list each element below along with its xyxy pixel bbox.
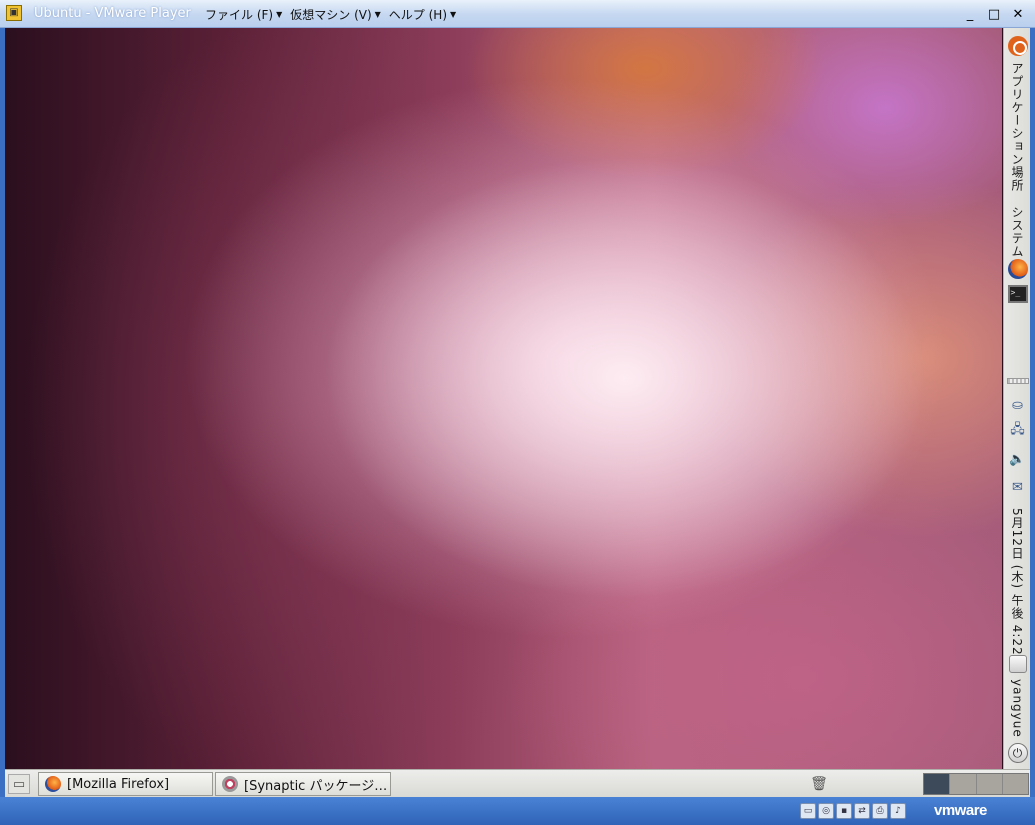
firefox-icon — [1007, 259, 1028, 279]
volume-icon: 🔈 — [1009, 451, 1026, 467]
workspace-2[interactable] — [950, 774, 977, 794]
vmware-title-bar: ▣ Ubuntu - VMware Player ファイル (F) ▼ 仮想マシ… — [0, 0, 1035, 28]
network-indicator[interactable]: ⛀ — [1004, 396, 1030, 414]
window-controls: _ □ ✕ — [959, 4, 1029, 24]
minimize-button[interactable]: _ — [959, 4, 981, 24]
menu-virtual-machine[interactable]: 仮想マシン (V) ▼ — [290, 6, 381, 23]
clock[interactable]: 5月12日 (木) 午後 4:22 — [1004, 508, 1030, 656]
workspace-3[interactable] — [976, 774, 1003, 794]
task-synaptic[interactable]: [Synaptic パッケージ… — [215, 772, 391, 796]
close-button[interactable]: ✕ — [1007, 4, 1029, 24]
workspace-switcher — [923, 773, 1029, 795]
firefox-launcher[interactable] — [1004, 259, 1030, 279]
hard-disk-icon[interactable]: ▭ — [800, 803, 816, 819]
show-desktop[interactable] — [1004, 655, 1030, 673]
shutdown-button[interactable]: ⏻ — [1004, 743, 1030, 763]
bottom-panel: ▭ [Mozilla Firefox] [Synaptic パッケージ… 🗑 — [5, 769, 1030, 797]
workspace-1[interactable] — [924, 774, 951, 794]
workspace-4[interactable] — [1002, 774, 1028, 794]
chevron-down-icon: ▼ — [276, 10, 283, 19]
menu-file-label: ファイル (F) — [205, 8, 274, 22]
show-desktop-button[interactable]: ▭ — [8, 774, 30, 794]
power-icon: ⏻ — [1007, 743, 1028, 763]
user-label: yangyue — [1010, 679, 1025, 738]
vmware-status-bar: ▭ ◎ ▪ ⇄ ⎙ ♪ vmware — [0, 797, 1035, 825]
task-firefox[interactable]: [Mozilla Firefox] — [38, 772, 213, 796]
applications-label: アプリケーション — [1010, 62, 1024, 166]
folder-icon: ▭ — [12, 776, 26, 792]
volume-indicator[interactable]: 🔈 — [1004, 450, 1030, 468]
user-menu[interactable]: yangyue — [1004, 679, 1030, 738]
drag-handle-icon — [1006, 378, 1029, 384]
ubuntu-logo-icon — [1007, 36, 1028, 56]
menu-help-label: ヘルプ (H) — [388, 8, 447, 22]
display-icon: 🖧 — [1010, 422, 1025, 437]
maximize-button[interactable]: □ — [983, 4, 1005, 24]
vmware-logo: vmware — [934, 802, 987, 819]
window-title: Ubuntu - VMware Player — [34, 6, 191, 21]
desktop-wallpaper[interactable] — [5, 28, 1002, 769]
task-firefox-label: [Mozilla Firefox] — [67, 776, 170, 792]
trash-icon[interactable]: 🗑 — [809, 773, 829, 795]
task-synaptic-label: [Synaptic パッケージ… — [244, 778, 388, 794]
cdrom-icon[interactable]: ◎ — [818, 803, 834, 819]
places-label: 場所 — [1010, 166, 1024, 192]
network-adapter-icon[interactable]: ⇄ — [854, 803, 870, 819]
chevron-down-icon: ▼ — [450, 10, 457, 19]
applications-menu[interactable]: アプリケーション — [1004, 36, 1030, 166]
menu-help[interactable]: ヘルプ (H) ▼ — [389, 6, 456, 23]
mail-indicator[interactable]: ✉ — [1004, 478, 1030, 496]
guest-screen[interactable]: アプリケーション 場所 システム >_ ⛀ 🖧 🔈 ✉ 5月12日 (木) 午後… — [5, 28, 1030, 797]
clock-label: 5月12日 (木) 午後 4:22 — [1010, 508, 1024, 656]
menu-file[interactable]: ファイル (F) ▼ — [205, 6, 282, 23]
panel-handle[interactable] — [1004, 378, 1030, 384]
display-indicator[interactable]: 🖧 — [1004, 422, 1030, 440]
terminal-launcher[interactable]: >_ — [1004, 285, 1030, 303]
vmware-app-icon[interactable]: ▣ — [6, 5, 22, 21]
system-menu[interactable]: システム — [1004, 206, 1030, 258]
system-label: システム — [1010, 206, 1024, 258]
chevron-down-icon: ▼ — [374, 10, 381, 19]
terminal-icon: >_ — [1007, 285, 1028, 303]
device-icons: ▭ ◎ ▪ ⇄ ⎙ ♪ — [800, 803, 906, 819]
synaptic-icon — [222, 776, 238, 792]
firefox-icon — [45, 776, 61, 792]
network-icon: ⛀ — [1012, 397, 1023, 413]
show-desktop-icon — [1008, 655, 1027, 673]
floppy-icon[interactable]: ▪ — [836, 803, 852, 819]
menu-vm-label: 仮想マシン (V) — [290, 8, 372, 22]
menu-bar: ファイル (F) ▼ 仮想マシン (V) ▼ ヘルプ (H) ▼ — [205, 6, 456, 23]
sound-icon[interactable]: ♪ — [890, 803, 906, 819]
places-menu[interactable]: 場所 — [1004, 166, 1030, 192]
right-panel: アプリケーション 場所 システム >_ ⛀ 🖧 🔈 ✉ 5月12日 (木) 午後… — [1003, 28, 1030, 769]
mail-icon: ✉ — [1012, 479, 1023, 495]
printer-icon[interactable]: ⎙ — [872, 803, 888, 819]
